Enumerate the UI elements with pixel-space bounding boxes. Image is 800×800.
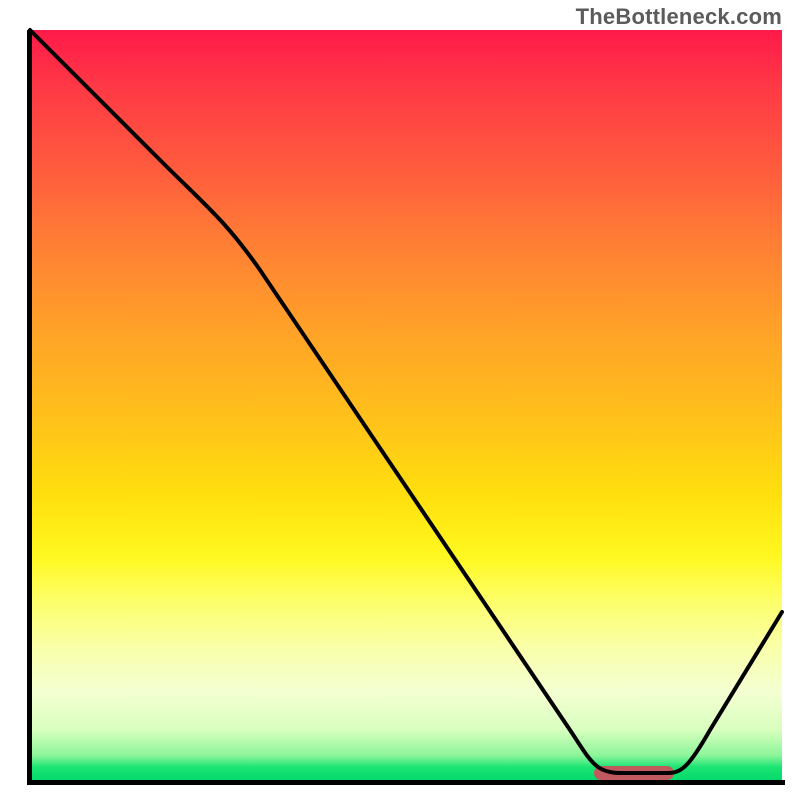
bottleneck-chart (30, 30, 782, 782)
x-axis (27, 780, 785, 785)
watermark-text: TheBottleneck.com (576, 4, 782, 30)
y-axis (27, 30, 32, 785)
bottleneck-curve (30, 30, 782, 782)
